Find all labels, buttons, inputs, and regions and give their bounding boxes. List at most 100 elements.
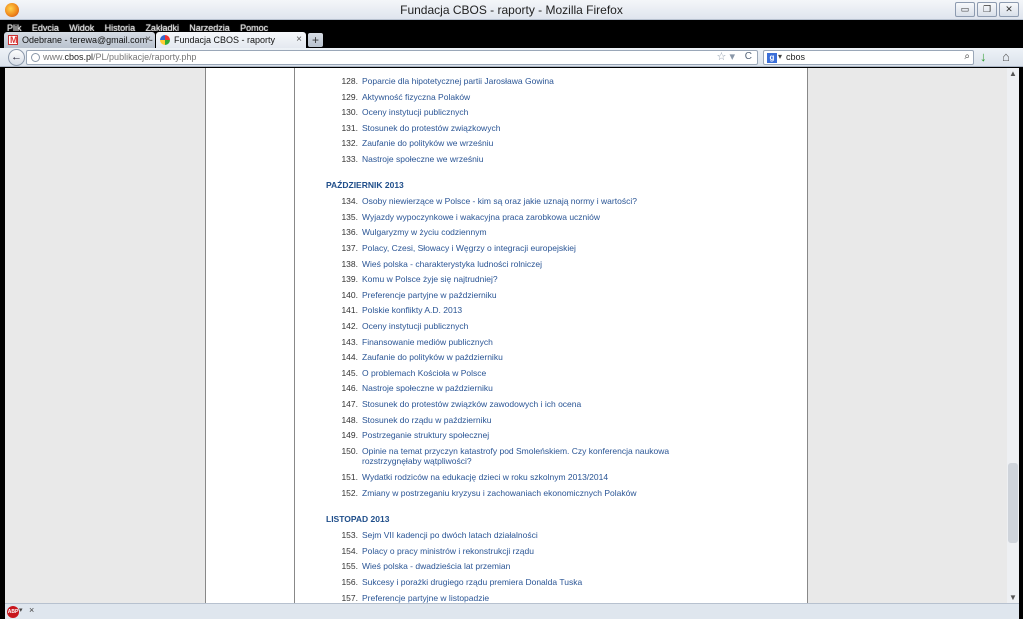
- report-link[interactable]: Finansowanie mediów publicznych: [362, 337, 712, 347]
- report-number: 134.: [341, 196, 358, 207]
- report-link[interactable]: Zaufanie do polityków w październiku: [362, 352, 712, 362]
- report-link[interactable]: Sukcesy i porażki drugiego rządu premier…: [362, 577, 712, 587]
- back-button[interactable]: ←: [8, 49, 25, 66]
- url-text[interactable]: www.cbos.pl/PL/publikacje/raporty.php: [43, 52, 196, 62]
- chevron-down-icon[interactable]: ▾: [19, 606, 23, 614]
- window-titlebar: Fundacja CBOS - raporty - Mozilla Firefo…: [0, 0, 1023, 20]
- scrollbar-thumb[interactable]: [1008, 463, 1018, 543]
- report-number: 147.: [341, 399, 358, 409]
- report-number: 145.: [341, 367, 358, 378]
- google-search-engine-icon[interactable]: g: [767, 53, 777, 63]
- report-number: 143.: [341, 336, 358, 347]
- report-link[interactable]: Wulgaryzmy w życiu codziennym: [362, 227, 712, 237]
- scroll-up-icon[interactable]: ▲: [1009, 69, 1017, 78]
- report-number: 142.: [341, 321, 358, 331]
- report-link[interactable]: Wieś polska - charakterystyka ludności r…: [362, 259, 712, 269]
- status-bar: ABP ▾ ×: [5, 603, 1019, 619]
- report-link[interactable]: Oceny instytucji publicznych: [362, 321, 712, 331]
- report-link[interactable]: Polskie konflikty A.D. 2013: [362, 305, 712, 315]
- report-link[interactable]: Stosunek do rządu w październiku: [362, 415, 712, 425]
- download-icon[interactable]: ↓: [980, 49, 987, 64]
- url-bar[interactable]: www.cbos.pl/PL/publikacje/raporty.php ☆ …: [26, 50, 758, 65]
- close-tab-icon[interactable]: ×: [145, 32, 151, 48]
- close-addon-bar-icon[interactable]: ×: [29, 605, 34, 615]
- report-number: 153.: [341, 530, 358, 541]
- report-link[interactable]: Sejm VII kadencji po dwóch latach działa…: [362, 530, 712, 540]
- report-number: 137.: [341, 243, 358, 253]
- reload-icon[interactable]: C: [745, 51, 752, 62]
- report-number: 141.: [341, 305, 358, 316]
- report-link[interactable]: Nastroje społeczne w październiku: [362, 383, 712, 393]
- report-link[interactable]: Stosunek do protestów związkowych: [362, 123, 712, 133]
- report-number: 139.: [341, 274, 358, 285]
- report-link[interactable]: Osoby niewierzące w Polsce - kim są oraz…: [362, 196, 712, 206]
- tab-gmail[interactable]: Odebrane - terewa@gmail.com - Gm... ×: [4, 32, 155, 48]
- clipped-row: [362, 68, 582, 70]
- report-link[interactable]: Wieś polska - dwadzieścia lat przemian: [362, 561, 712, 571]
- report-link[interactable]: Wyjazdy wypoczynkowe i wakacyjna praca z…: [362, 212, 712, 222]
- report-number: 130.: [341, 107, 358, 118]
- adblock-icon[interactable]: ABP: [7, 606, 19, 618]
- tab-cbos[interactable]: Fundacja CBOS - raporty ×: [156, 32, 306, 48]
- report-link[interactable]: Poparcie dla hipotetycznej partii Jarosł…: [362, 76, 712, 86]
- bookmark-star-icon[interactable]: ☆ ▾: [717, 50, 735, 63]
- report-link[interactable]: Opinie na temat przyczyn katastrofy pod …: [362, 446, 712, 466]
- report-number: 133.: [341, 154, 358, 164]
- report-link[interactable]: Zaufanie do polityków we wrześniu: [362, 138, 712, 148]
- report-number: 150.: [341, 445, 358, 456]
- report-number: 146.: [341, 383, 358, 394]
- window-border-right: [1019, 68, 1023, 619]
- report-link[interactable]: Stosunek do protestów związków zawodowyc…: [362, 399, 712, 409]
- tab-label: Fundacja CBOS - raporty: [174, 35, 276, 45]
- report-link[interactable]: Nastroje społeczne we wrześniu: [362, 154, 712, 164]
- report-number: 156.: [341, 577, 358, 587]
- menu-bar: Plik Edycja Widok Historia Zakładki Narz…: [0, 20, 1023, 33]
- new-tab-button[interactable]: +: [308, 33, 323, 47]
- column-divider: [294, 68, 295, 603]
- search-bar[interactable]: g ▾ cbos ⌕: [763, 50, 974, 65]
- report-number: 138.: [341, 258, 358, 269]
- report-number: 131.: [341, 122, 358, 133]
- report-number: 155.: [341, 561, 358, 572]
- report-number: 152.: [341, 488, 358, 498]
- report-link[interactable]: Zmiany w postrzeganiu kryzysu i zachowan…: [362, 488, 712, 498]
- report-link[interactable]: Preferencje partyjne w listopadzie: [362, 593, 712, 603]
- chevron-down-icon[interactable]: ▾: [778, 52, 782, 61]
- report-link[interactable]: O problemach Kościoła w Polsce: [362, 368, 712, 378]
- globe-icon: [31, 53, 40, 62]
- search-icon[interactable]: ⌕: [964, 51, 970, 62]
- home-icon[interactable]: ⌂: [1002, 49, 1010, 64]
- report-link[interactable]: Polacy o pracy ministrów i rekonstrukcji…: [362, 546, 712, 556]
- window-title: Fundacja CBOS - raporty - Mozilla Firefo…: [400, 3, 623, 17]
- search-input[interactable]: cbos: [786, 52, 805, 62]
- report-number: 148.: [341, 414, 358, 425]
- page-content: 128. Poparcie dla hipotetycznej partii Ja…: [5, 68, 1007, 603]
- report-link[interactable]: Polacy, Czesi, Słowacy i Węgrzy o integr…: [362, 243, 712, 253]
- report-number: 154.: [341, 545, 358, 556]
- restore-button[interactable]: ❐: [977, 2, 997, 17]
- month-heading: PAŹDZIERNIK 2013: [326, 179, 404, 190]
- page-column: 128. Poparcie dla hipotetycznej partii Ja…: [205, 68, 808, 603]
- scroll-down-icon[interactable]: ▼: [1009, 593, 1017, 602]
- report-link[interactable]: Komu w Polsce żyje się najtrudniej?: [362, 274, 712, 284]
- report-number: 151.: [341, 472, 358, 483]
- report-number: 129.: [341, 91, 358, 102]
- vertical-scrollbar[interactable]: ▲ ▼: [1007, 68, 1019, 603]
- report-link[interactable]: Aktywność fizyczna Polaków: [362, 92, 712, 102]
- report-number: 136.: [341, 227, 358, 238]
- tab-label: Odebrane - terewa@gmail.com - Gm...: [22, 35, 155, 45]
- report-link[interactable]: Oceny instytucji publicznych: [362, 107, 712, 117]
- report-link[interactable]: Preferencje partyjne w październiku: [362, 290, 712, 300]
- navigation-toolbar: ← www.cbos.pl/PL/publikacje/raporty.php …: [0, 48, 1023, 67]
- month-heading: LISTOPAD 2013: [326, 513, 390, 524]
- close-window-button[interactable]: ✕: [999, 2, 1019, 17]
- tab-strip: Odebrane - terewa@gmail.com - Gm... × Fu…: [0, 31, 1023, 48]
- report-link[interactable]: Wydatki rodziców na edukację dzieci w ro…: [362, 472, 712, 482]
- report-number: 157.: [341, 592, 358, 603]
- gmail-icon: [8, 32, 18, 48]
- report-number: 132.: [341, 138, 358, 149]
- report-number: 149.: [341, 430, 358, 441]
- report-link[interactable]: Postrzeganie struktury społecznej: [362, 430, 712, 440]
- close-tab-icon[interactable]: ×: [296, 32, 302, 48]
- minimize-button[interactable]: ▭: [955, 2, 975, 17]
